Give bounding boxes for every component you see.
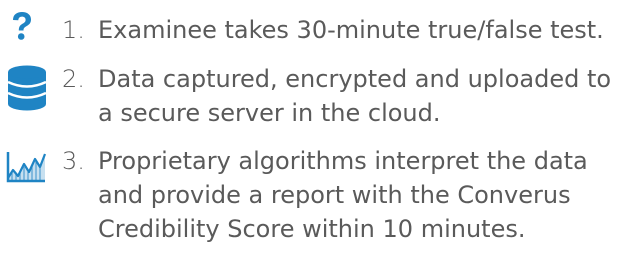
line-chart-icon — [6, 152, 47, 183]
step-3-number: 3. — [62, 147, 85, 175]
step-3: 3. Proprietary algorithms interpret the … — [0, 0, 617, 255]
step-3-line-3: Credibility Score within 10 minutes. — [98, 215, 526, 243]
steps-list: 1. Examinee takes 30-minute true/false t… — [0, 0, 617, 255]
step-3-line-1: Proprietary algorithms interpret the dat… — [98, 147, 588, 175]
step-3-line-2: and provide a report with the Converus — [98, 181, 571, 209]
step-3-text: Proprietary algorithms interpret the dat… — [98, 144, 588, 246]
